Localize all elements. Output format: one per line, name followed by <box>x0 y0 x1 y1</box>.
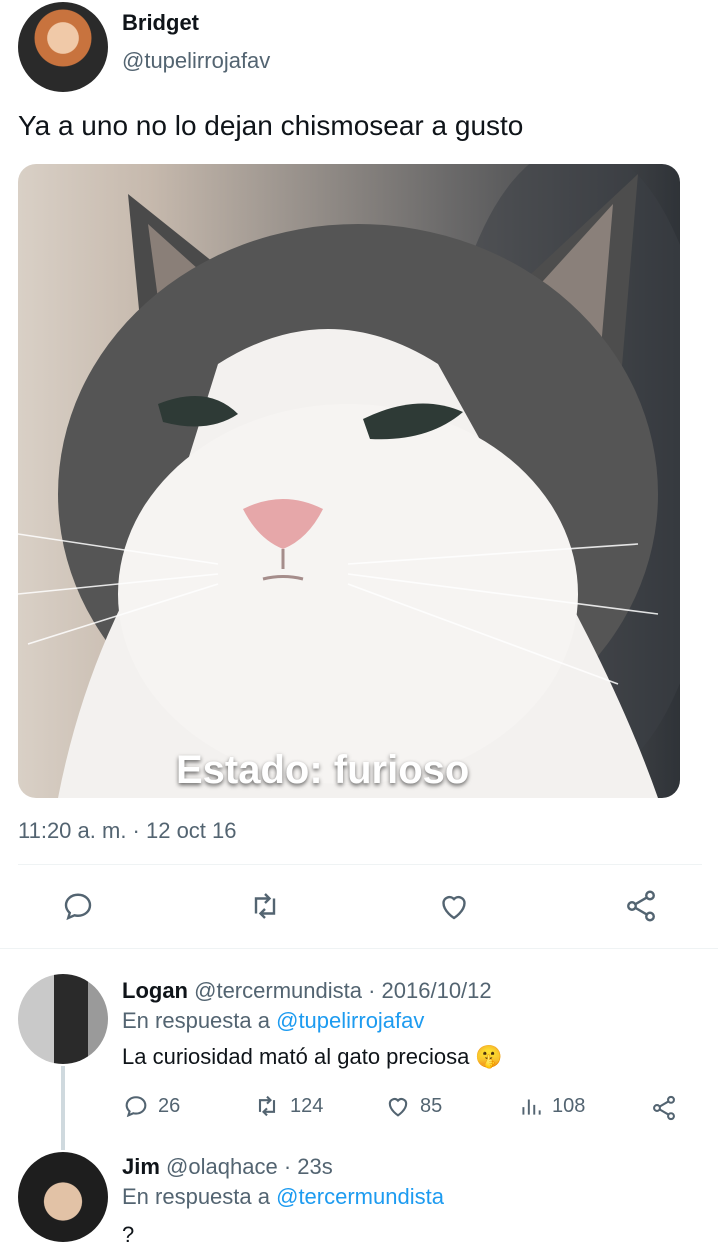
author-name[interactable]: Bridget <box>122 10 199 36</box>
author-handle[interactable]: @tupelirrojafav <box>122 48 270 74</box>
image-caption: Estado: furioso <box>176 748 470 792</box>
reply-time[interactable]: · 2016/10/12 <box>368 978 492 1003</box>
share-icon <box>627 890 655 922</box>
like-icon <box>442 895 466 920</box>
reply-context: En respuesta a @tercermundista <box>122 1184 444 1210</box>
reply-name[interactable]: Jim <box>122 1154 160 1179</box>
share-button[interactable] <box>650 1094 678 1127</box>
retweet-count-value: 124 <box>290 1094 324 1117</box>
reply-to-link[interactable]: @tupelirrojafav <box>276 1008 424 1033</box>
views-count-value: 108 <box>552 1094 586 1117</box>
reply-text: ? <box>122 1222 135 1247</box>
reply-handle[interactable]: @tercermundista <box>194 978 362 1003</box>
reply-text: La curiosidad mató al gato preciosa 🤫 <box>122 1044 503 1069</box>
tweet-timestamp[interactable]: 11:20 a. m. · 12 oct 16 <box>18 818 237 844</box>
author-avatar[interactable] <box>18 2 108 92</box>
divider <box>18 864 702 865</box>
reply-icon <box>64 893 92 921</box>
reply-button[interactable] <box>60 888 96 924</box>
reply-count-value: 26 <box>158 1094 181 1117</box>
retweet-icon <box>258 1095 276 1117</box>
like-icon <box>388 1098 408 1117</box>
like-button[interactable] <box>436 888 472 924</box>
reply-prefix: En respuesta a <box>122 1184 270 1209</box>
tweet-text: Ya a uno no lo dejan chismosear a gusto <box>18 110 524 141</box>
cat-illustration <box>18 164 680 798</box>
reply-name[interactable]: Logan <box>122 978 188 1003</box>
like-count-value: 85 <box>420 1094 443 1117</box>
share-icon <box>653 1095 675 1121</box>
reply-icon <box>125 1096 147 1118</box>
retweet-icon <box>254 893 276 919</box>
reply-count[interactable]: 26 <box>122 1092 180 1120</box>
retweet-count[interactable]: 124 <box>252 1092 323 1120</box>
analytics-icon <box>522 1099 541 1115</box>
thread-line <box>61 1066 65 1150</box>
reply-time[interactable]: · 23s <box>284 1154 333 1179</box>
reply-handle[interactable]: @olaqhace <box>166 1154 278 1179</box>
retweet-button[interactable] <box>246 888 284 924</box>
reply-to-link[interactable]: @tercermundista <box>276 1184 444 1209</box>
divider <box>0 948 718 949</box>
reply-header: Logan @tercermundista · 2016/10/12 <box>122 978 492 1004</box>
share-button[interactable] <box>622 888 660 924</box>
reply-avatar[interactable] <box>18 974 108 1064</box>
views-count[interactable]: 108 <box>518 1092 585 1120</box>
reply-prefix: En respuesta a <box>122 1008 270 1033</box>
reply-context: En respuesta a @tupelirrojafav <box>122 1008 424 1034</box>
like-count[interactable]: 85 <box>384 1092 442 1120</box>
tweet-image[interactable]: Estado: furioso <box>18 164 680 798</box>
reply-avatar[interactable] <box>18 1152 108 1242</box>
reply-header: Jim @olaqhace · 23s <box>122 1154 333 1180</box>
